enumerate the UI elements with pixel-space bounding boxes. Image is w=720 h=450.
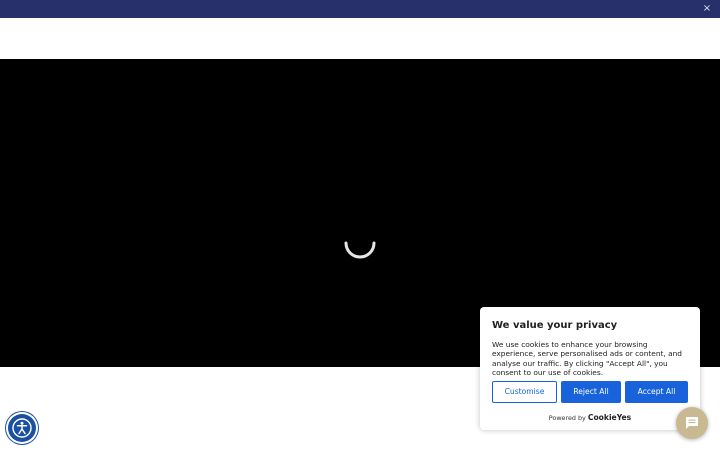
cookie-title: We value your privacy [492, 320, 618, 331]
powered-by: Powered by CookieYes [480, 413, 700, 423]
cookie-button-group: Customise Reject All Accept All [492, 381, 688, 404]
cookie-description: We use cookies to enhance your browsing … [492, 340, 683, 377]
cookieyes-logo[interactable]: CookieYes [588, 413, 631, 422]
cookie-consent-banner: We value your privacy We use cookies to … [480, 307, 700, 430]
accessibility-button[interactable] [8, 414, 36, 442]
close-icon[interactable]: × [700, 2, 714, 16]
accept-all-button[interactable]: Accept All [625, 381, 688, 403]
top-announcement-bar: × [0, 0, 720, 18]
site-header [0, 18, 720, 59]
powered-by-text: Powered by [548, 414, 586, 422]
customise-button[interactable]: Customise [492, 381, 557, 403]
chat-button[interactable] [676, 407, 708, 439]
accessibility-icon [12, 418, 32, 438]
chat-icon [686, 417, 698, 429]
reject-all-button[interactable]: Reject All [561, 381, 621, 403]
loading-spinner-icon [344, 241, 376, 259]
